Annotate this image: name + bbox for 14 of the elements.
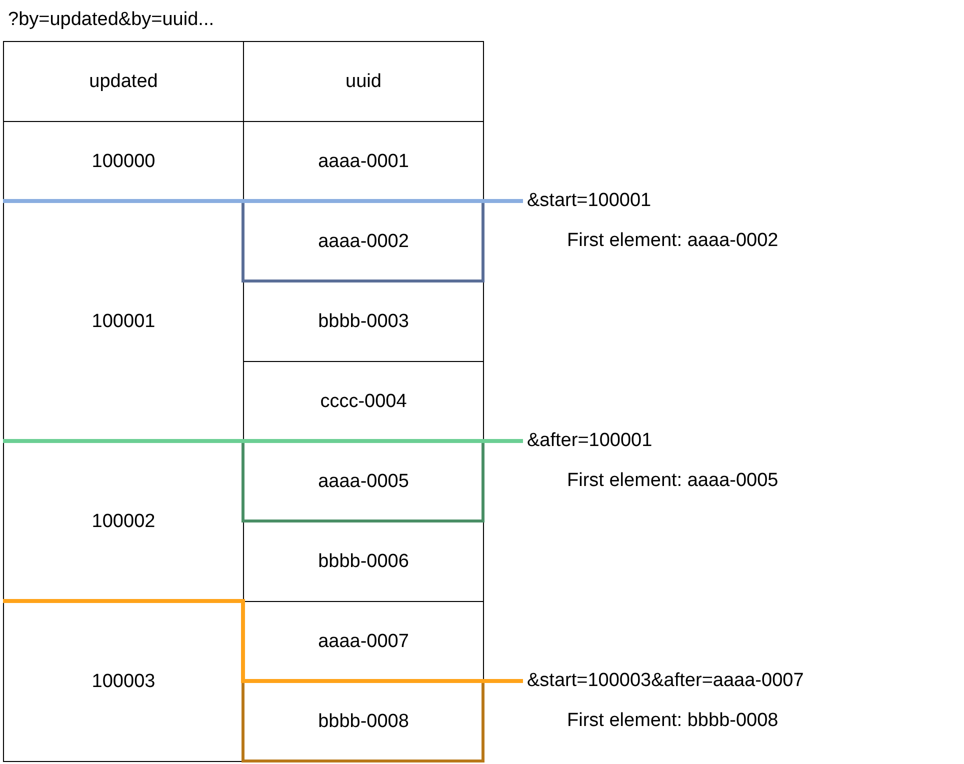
query-text: ?by=updated&by=uuid...	[8, 9, 214, 31]
table-cell: bbbb-0006	[244, 522, 484, 602]
query-label: &start=100003&after=aaaa-0007	[527, 670, 804, 692]
query-label: &start=100001	[527, 190, 652, 212]
note-text: First element: aaaa-0002	[567, 230, 778, 252]
column-header: uuid	[244, 42, 484, 122]
note-text: First element: bbbb-0008	[567, 710, 778, 732]
table-cell: 100003	[4, 602, 244, 762]
query-label: &after=100001	[527, 430, 652, 452]
table-cell: bbbb-0003	[244, 282, 484, 362]
note-text: First element: aaaa-0005	[567, 470, 778, 492]
column-header: updated	[4, 42, 244, 122]
table-cell: bbbb-0008	[244, 682, 484, 762]
table-cell: aaaa-0007	[244, 602, 484, 682]
